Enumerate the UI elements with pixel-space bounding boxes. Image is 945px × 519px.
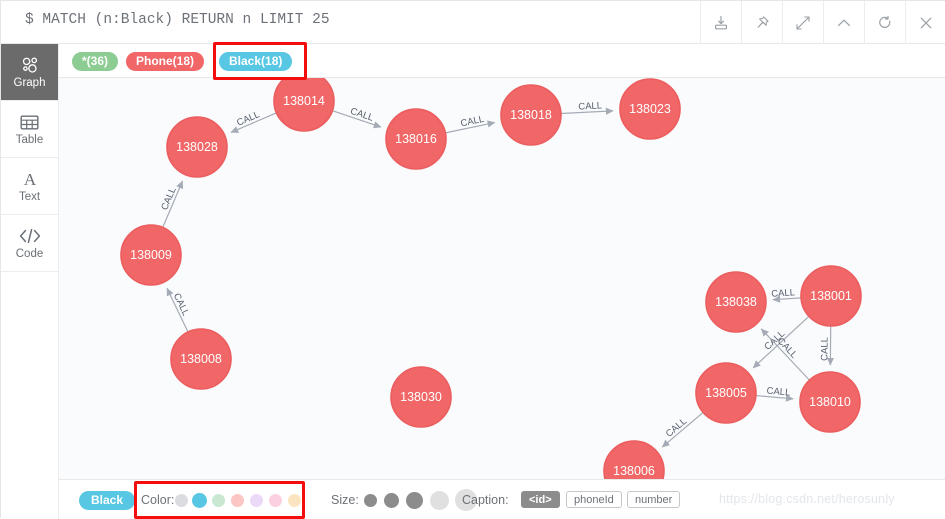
- color-swatch[interactable]: [175, 494, 188, 507]
- graph-node[interactable]: 138009: [121, 225, 181, 285]
- edge-label: CALL: [159, 186, 178, 212]
- sidebar-item-label: Table: [16, 135, 44, 147]
- color-swatch[interactable]: [250, 494, 263, 507]
- label-chip-row: *(36) Phone(18) Black(18): [59, 44, 945, 78]
- neo4j-result-frame: $ MATCH (n:Black) RETURN n LIMIT 25: [0, 0, 945, 518]
- query-text: $ MATCH (n:Black) RETURN n LIMIT 25: [25, 12, 330, 28]
- sidebar-item-text[interactable]: A Text: [1, 158, 58, 215]
- size-swatch[interactable]: [364, 494, 377, 507]
- graph-node[interactable]: 138030: [391, 367, 451, 427]
- chevron-up-icon[interactable]: [823, 1, 864, 44]
- graph-edge[interactable]: CALL: [167, 288, 191, 332]
- node-caption: 138028: [176, 140, 218, 154]
- node-layer: 138028 138014 138016 138018 138023 138009 1380…: [121, 78, 861, 479]
- watermark: https://blog.csdn.net/herosunly: [719, 492, 895, 506]
- node-caption: 138009: [130, 248, 172, 262]
- caption-option-number[interactable]: number: [627, 491, 680, 508]
- graph-edge[interactable]: CALL: [231, 109, 276, 132]
- caption-option-id[interactable]: <id>: [521, 491, 560, 508]
- graph-node[interactable]: 138008: [171, 329, 231, 389]
- refresh-icon[interactable]: [864, 1, 905, 44]
- graph-edge[interactable]: CALL: [756, 386, 793, 399]
- edge-label: CALL: [460, 114, 486, 130]
- graph-node[interactable]: 138014: [274, 78, 334, 131]
- caption-option-phoneid[interactable]: phoneId: [566, 491, 622, 508]
- label-chip-all[interactable]: *(36): [72, 52, 118, 71]
- node-caption: 138005: [705, 386, 747, 400]
- legend-label-chip[interactable]: Black: [79, 491, 135, 510]
- graph-edge[interactable]: CALL: [159, 181, 182, 227]
- label-chip-phone[interactable]: Phone(18): [126, 52, 204, 71]
- edge-label: CALL: [235, 109, 261, 129]
- caption-label: Caption:: [462, 493, 509, 507]
- node-caption: 138006: [613, 464, 655, 478]
- node-caption: 138010: [809, 395, 851, 409]
- graph-canvas[interactable]: CALL CALL CALL CALL CALL CALL CALL CALL CALL CALL…: [59, 78, 945, 479]
- graph-node[interactable]: 138028: [167, 117, 227, 177]
- code-icon: [18, 226, 42, 247]
- color-swatch[interactable]: [231, 494, 244, 507]
- graph-node[interactable]: 138010: [800, 372, 860, 432]
- node-caption: 138030: [400, 390, 442, 404]
- node-caption: 138038: [715, 295, 757, 309]
- sidebar-item-table[interactable]: Table: [1, 101, 58, 158]
- size-swatch[interactable]: [430, 491, 449, 510]
- graph-node[interactable]: 138038: [706, 272, 766, 332]
- expand-icon[interactable]: [782, 1, 823, 44]
- node-caption: 138008: [180, 352, 222, 366]
- size-label: Size:: [331, 493, 359, 507]
- text-icon: A: [20, 169, 40, 190]
- close-icon[interactable]: [905, 1, 945, 44]
- node-caption: 138018: [510, 108, 552, 122]
- sidebar-item-label: Graph: [14, 78, 46, 90]
- sidebar-item-graph[interactable]: Graph: [1, 44, 58, 101]
- table-icon: [20, 112, 39, 133]
- color-swatch[interactable]: [212, 494, 225, 507]
- edge-label: CALL: [819, 337, 830, 361]
- node-caption: 138016: [395, 132, 437, 146]
- graph-node[interactable]: 138006: [604, 441, 664, 479]
- graph-edge[interactable]: CALL: [662, 412, 703, 447]
- color-swatch[interactable]: [288, 494, 301, 507]
- graph-node[interactable]: 138023: [620, 79, 680, 139]
- sidebar-item-label: Code: [16, 249, 44, 261]
- color-label: Color:: [141, 493, 174, 507]
- result-toolbar: [700, 1, 945, 44]
- color-swatch[interactable]: [192, 493, 207, 508]
- node-caption: 138014: [283, 94, 325, 108]
- pin-icon[interactable]: [741, 1, 782, 44]
- graph-node[interactable]: 138001: [801, 266, 861, 326]
- query-bar: $ MATCH (n:Black) RETURN n LIMIT 25: [1, 1, 945, 44]
- node-caption: 138023: [629, 102, 671, 116]
- color-swatch[interactable]: [269, 494, 282, 507]
- sidebar-item-label: Text: [19, 192, 40, 204]
- graph-icon: [20, 55, 40, 76]
- edge-label: CALL: [171, 292, 191, 318]
- label-chip-black[interactable]: Black(18): [219, 52, 292, 71]
- svg-text:A: A: [23, 170, 36, 189]
- graph-edge[interactable]: CALL: [445, 114, 494, 133]
- sidebar-item-code[interactable]: Code: [1, 215, 58, 272]
- graph-edge[interactable]: CALL: [819, 326, 830, 365]
- size-swatch[interactable]: [406, 492, 423, 509]
- node-caption: 138001: [810, 289, 852, 303]
- graph-edge[interactable]: CALL: [561, 100, 613, 113]
- download-icon[interactable]: [700, 1, 741, 44]
- graph-node[interactable]: 138018: [501, 85, 561, 145]
- graph-edge[interactable]: CALL: [771, 287, 801, 299]
- edge-label: CALL: [771, 287, 795, 299]
- size-swatch[interactable]: [384, 493, 399, 508]
- graph-node[interactable]: 138005: [696, 363, 756, 423]
- edge-label: CALL: [578, 100, 602, 112]
- graph-node[interactable]: 138016: [386, 109, 446, 169]
- edge-label: CALL: [766, 386, 791, 399]
- view-sidebar: Graph Table A Text: [1, 44, 59, 519]
- graph-svg: CALL CALL CALL CALL CALL CALL CALL CALL CALL CALL…: [59, 78, 945, 479]
- graph-edge[interactable]: CALL: [332, 106, 381, 127]
